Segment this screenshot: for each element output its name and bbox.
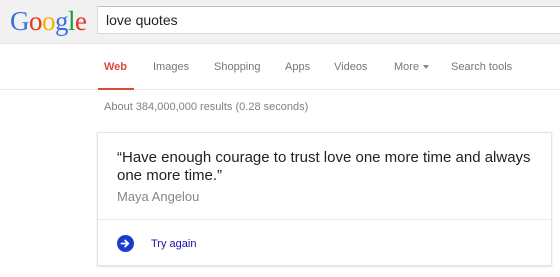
google-logo[interactable]: Google (10, 6, 87, 36)
logo-letter: G (10, 6, 30, 36)
search-input[interactable] (98, 7, 560, 33)
result-stats: About 384,000,000 results (0.28 seconds) (104, 101, 309, 113)
quote-text: “Have enough courage to trust love one m… (117, 149, 531, 184)
caret-down-icon (423, 65, 430, 70)
logo-letter: o (29, 6, 43, 36)
tab-web[interactable]: Web (104, 61, 127, 73)
arrow-right-circle-icon (117, 235, 134, 252)
logo-letter: g (55, 6, 69, 36)
top-bar: Google (0, 0, 560, 44)
tab-more-label: More (394, 61, 420, 73)
tab-more[interactable]: More (394, 61, 430, 73)
quote-card: “Have enough courage to trust love one m… (97, 132, 552, 266)
search-tabs: Web Images Shopping Apps Videos More Sea… (0, 44, 560, 90)
tab-apps[interactable]: Apps (285, 61, 310, 73)
tab-images[interactable]: Images (153, 61, 189, 73)
card-divider (98, 219, 551, 220)
logo-letter: l (68, 6, 76, 36)
search-box[interactable] (97, 6, 560, 34)
tab-videos[interactable]: Videos (334, 61, 367, 73)
try-again-button[interactable]: Try again (117, 235, 196, 252)
logo-letter: o (42, 6, 56, 36)
active-tab-indicator (98, 88, 134, 90)
tab-search-tools[interactable]: Search tools (451, 61, 512, 73)
try-again-label: Try again (151, 237, 197, 250)
quote-author[interactable]: Maya Angelou (117, 189, 199, 204)
logo-letter: e (75, 6, 87, 36)
tab-shopping[interactable]: Shopping (214, 61, 261, 73)
